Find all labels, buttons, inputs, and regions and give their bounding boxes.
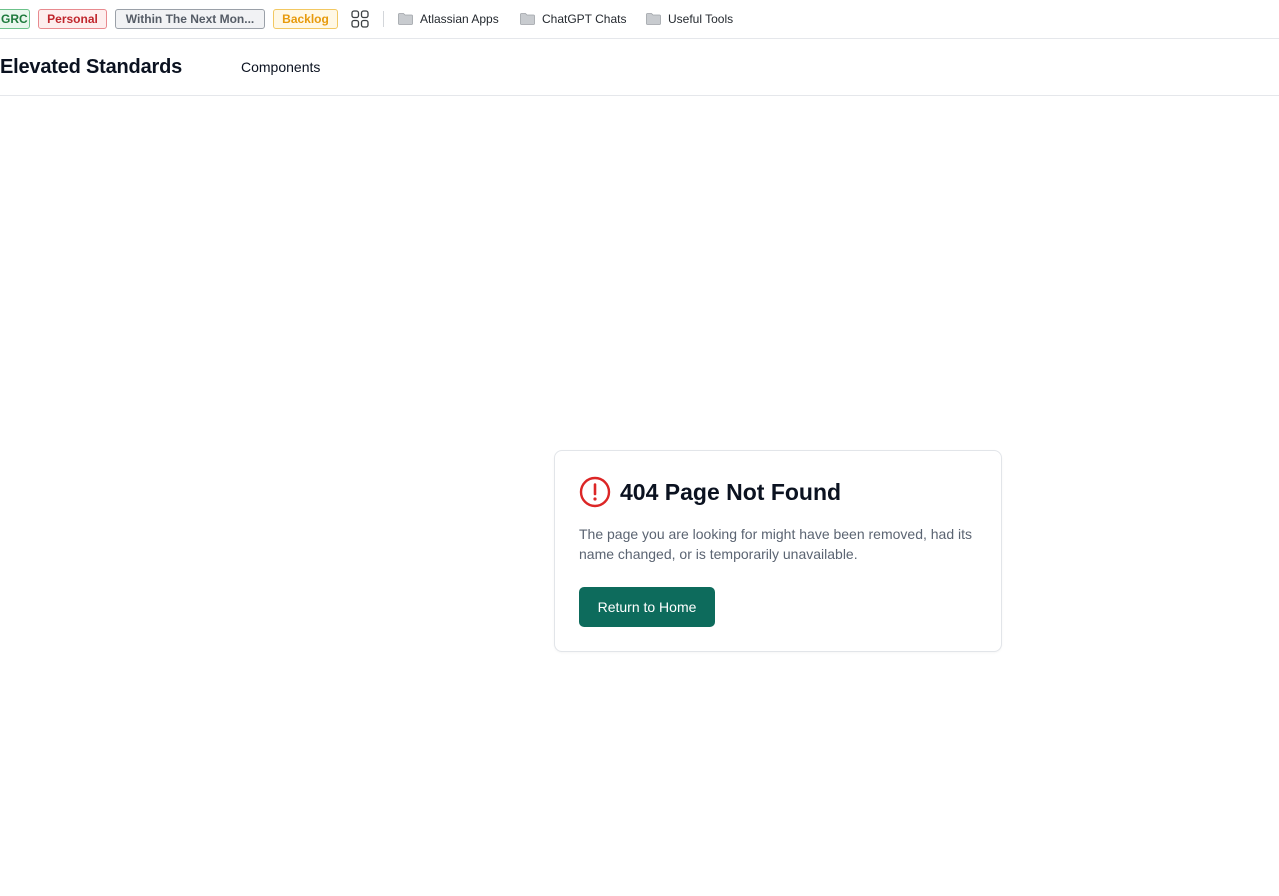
folder-label: Useful Tools	[668, 12, 734, 26]
folder-icon	[646, 13, 661, 25]
folder-icon	[520, 13, 535, 25]
alert-circle-icon	[579, 476, 611, 508]
card-title-row: 404 Page Not Found	[579, 476, 841, 508]
nav-link-components[interactable]: Components	[241, 59, 320, 75]
bookmark-tag-personal[interactable]: Personal	[38, 9, 107, 29]
page-title: 404 Page Not Found	[620, 478, 842, 505]
not-found-card: 404 Page Not Found The page you are look…	[554, 450, 1002, 652]
bookmarks-divider	[383, 11, 384, 27]
grid-apps-icon[interactable]	[351, 10, 369, 28]
bookmark-tag-backlog[interactable]: Backlog	[273, 9, 338, 29]
bookmark-tag-within-next-month[interactable]: Within The Next Mon...	[115, 9, 265, 29]
folder-icon	[398, 13, 413, 25]
return-home-button[interactable]: Return to Home	[579, 587, 715, 627]
bookmark-folder-useful-tools[interactable]: Useful Tools	[646, 11, 733, 27]
bookmark-tag-grc[interactable]: GRC	[0, 9, 30, 29]
folder-label: Atlassian Apps	[420, 12, 499, 26]
site-header: Elevated Standards Components	[0, 39, 1279, 96]
folder-label: ChatGPT Chats	[542, 12, 627, 26]
bookmarks-bar: GRC Personal Within The Next Mon... Back…	[0, 0, 1279, 39]
error-description: The page you are looking for might have …	[579, 526, 973, 562]
bookmark-folder-atlassian-apps[interactable]: Atlassian Apps	[398, 11, 499, 27]
brand-logo-text[interactable]: Elevated Standards	[0, 56, 182, 79]
bookmark-folder-chatgpt-chats[interactable]: ChatGPT Chats	[520, 11, 626, 27]
